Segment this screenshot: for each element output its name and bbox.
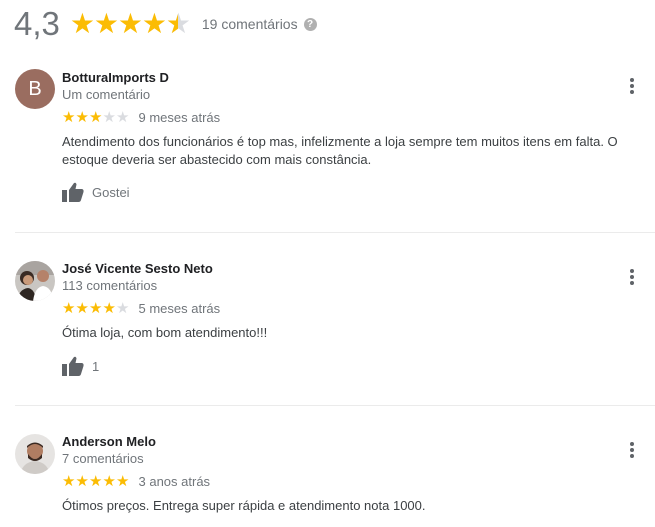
reviewer-review-count: Um comentário [62,87,151,102]
review-rating: ★ ★ ★ ★ ★ 5 meses atrás [62,301,220,316]
star-empty-icon: ★ [116,109,130,126]
like-label: Gostei [92,184,130,200]
info-icon[interactable]: ? [303,17,317,31]
more-options-icon[interactable] [625,440,639,460]
divider [15,405,655,406]
half-star-icon: ★ [166,10,191,39]
star-empty-icon: ★ [102,109,116,126]
star-icon: ★ [75,300,89,317]
thumbs-up-icon [62,356,84,376]
star-icon: ★ [89,473,103,490]
star-icon: ★ [117,8,143,39]
review-date: 9 meses atrás [138,110,221,125]
review-rating: ★ ★ ★ ★ ★ 3 anos atrás [62,474,210,489]
star-icon: ★ [75,109,89,126]
review-date: 5 meses atrás [138,301,221,316]
thumbs-up-icon [62,182,84,202]
star-icon: ★ [141,8,167,39]
avatar[interactable] [15,261,55,301]
total-reviews-link[interactable]: 19 comentários [202,16,298,32]
reviewer-name[interactable]: BotturaImports D [62,70,169,85]
avatar[interactable] [15,434,55,474]
star-icon: ★ [93,8,119,39]
reviewer-review-count: 7 comentários [62,451,144,466]
star-icon: ★ [102,473,116,490]
like-button[interactable]: Gostei [62,182,130,202]
review-text: Atendimento dos funcionários é top mas, … [62,134,618,167]
star-icon: ★ [89,300,103,317]
reviewer-name[interactable]: Anderson Melo [62,434,156,449]
divider [15,232,655,233]
more-options-icon[interactable] [625,267,639,287]
star-icon: ★ [62,109,76,126]
review-text: Ótimos preços. Entrega super rápida e at… [62,498,426,513]
average-rating: 4,3 [14,5,60,42]
rating-summary: 4,3 ★ ★ ★ ★ ★ 19 comentários ? [14,4,317,44]
like-count: 1 [92,358,100,374]
reviewer-review-count: 113 comentários [62,278,158,293]
like-button[interactable]: 1 [62,356,99,376]
review-text: Ótima loja, com bom atendimento!!! [62,325,268,340]
reviewer-name[interactable]: José Vicente Sesto Neto [62,261,213,276]
star-icon: ★ [102,300,116,317]
star-icon: ★ [62,473,76,490]
average-stars: ★ ★ ★ ★ ★ [69,8,191,39]
avatar[interactable]: B [15,69,55,109]
star-icon: ★ [89,109,103,126]
more-options-icon[interactable] [625,76,639,96]
star-icon: ★ [75,473,89,490]
review-rating: ★ ★ ★ ★ ★ 9 meses atrás [62,110,220,125]
star-icon: ★ [116,473,130,490]
star-icon: ★ [69,8,95,39]
star-icon: ★ [62,300,76,317]
star-empty-icon: ★ [116,300,130,317]
review-date: 3 anos atrás [138,474,211,489]
